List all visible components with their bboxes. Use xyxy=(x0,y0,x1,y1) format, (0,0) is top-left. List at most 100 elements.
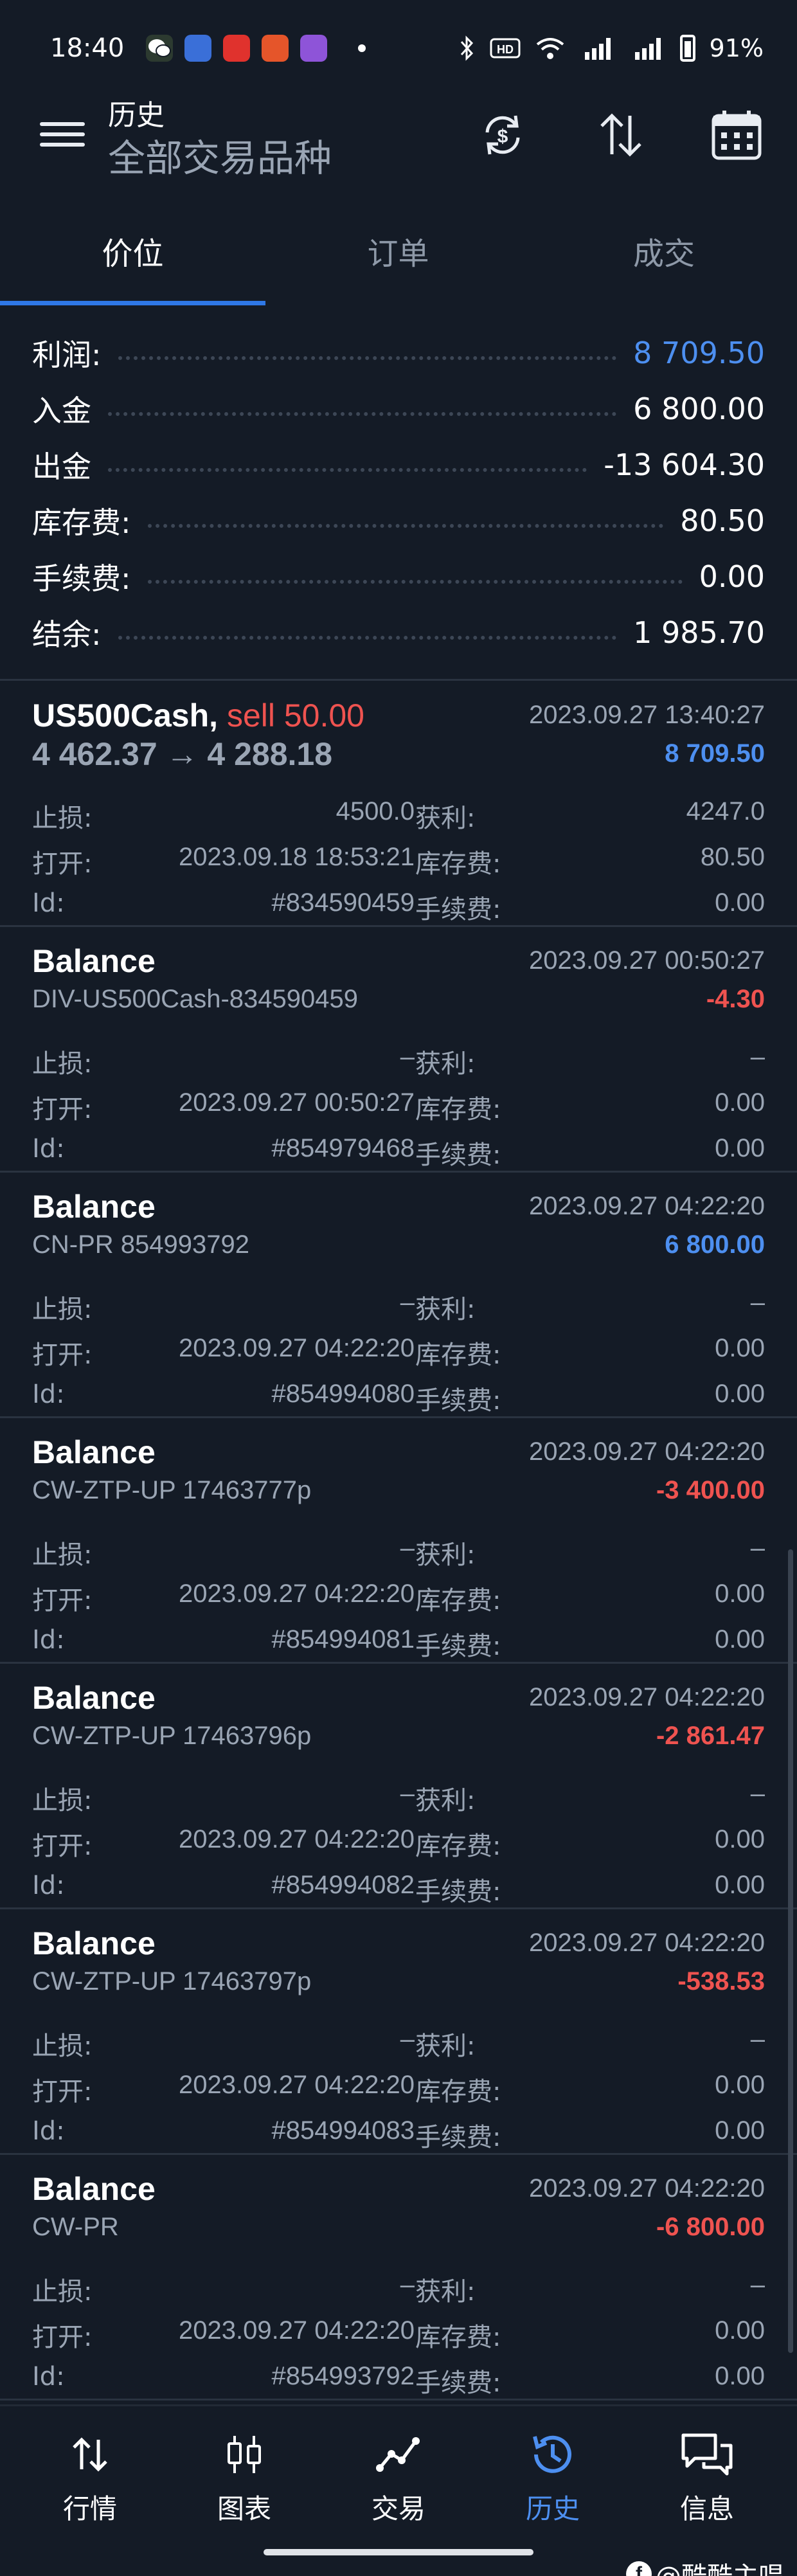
history-record[interactable]: Balance CW-PR 2023.09.27 04:22:20 -6 800.00… xyxy=(0,2155,797,2400)
app-orange-icon xyxy=(262,35,289,62)
swap-value: 0.00 xyxy=(715,2071,765,2099)
commission-label: 手续费: xyxy=(415,2123,501,2152)
sort-arrows-icon[interactable] xyxy=(589,103,653,167)
commission-value: 0.00 xyxy=(715,2362,765,2390)
open-label: 打开: xyxy=(32,1586,93,1616)
record-title: US500Cash, sell 50.00 xyxy=(32,697,364,734)
tab-orders[interactable]: 订单 xyxy=(265,219,531,305)
take-profit-label: 获利: xyxy=(415,1295,476,1324)
dotted-leader xyxy=(108,467,587,472)
take-profit-value: – xyxy=(750,2271,765,2299)
commission-value: 0.00 xyxy=(715,1380,765,1408)
dotted-leader xyxy=(108,411,617,416)
record-date: 2023.09.27 04:22:20 xyxy=(528,1192,765,1220)
nav-messages[interactable]: 信息 xyxy=(649,2426,765,2526)
record-amount: -3 400.00 xyxy=(656,1476,765,1504)
calendar-icon[interactable] xyxy=(704,103,769,167)
commission-value: 0.00 xyxy=(715,1871,765,1899)
title-block[interactable]: 历史 全部交易品种 xyxy=(108,96,332,181)
history-record[interactable]: US500Cash, sell 50.00 4 462.37 → 4 288.18… xyxy=(0,681,797,927)
nav-quotes[interactable]: 行情 xyxy=(32,2426,148,2526)
watermark-text: @酷酷主唱 xyxy=(656,2555,784,2576)
swap-value: 0.00 xyxy=(715,1334,765,1362)
battery-level: 91% xyxy=(709,34,764,62)
id-label: Id: xyxy=(32,1625,65,1655)
clock: 18:40 xyxy=(50,33,125,63)
detail-row: 止损: – 获利: – xyxy=(32,1281,765,1326)
id-value: #854994083 xyxy=(271,2116,415,2145)
record-date: 2023.09.27 04:22:20 xyxy=(528,2174,765,2202)
record-date: 2023.09.27 00:50:27 xyxy=(528,946,765,975)
summary-value: 1 985.70 xyxy=(633,615,765,650)
swap-label: 库存费: xyxy=(415,1586,501,1616)
history-screen: 18:40 HD 91% 历史 全部交易品种 $ 价位 订单 成交 利润: 8 … xyxy=(0,0,797,2576)
open-label: 打开: xyxy=(32,849,93,879)
stop-loss-label: 止损: xyxy=(32,1786,93,1815)
record-comment: CN-PR 854993792 xyxy=(32,1230,249,1259)
commission-label: 手续费: xyxy=(415,1632,501,1661)
signal-5g-1-icon xyxy=(580,35,616,61)
commission-value: 0.00 xyxy=(715,1625,765,1653)
tab-positions[interactable]: 价位 xyxy=(0,219,265,305)
swap-value: 0.00 xyxy=(715,1580,765,1608)
id-value: #854993792 xyxy=(271,2362,415,2390)
summary-commission: 手续费: 0.00 xyxy=(0,548,797,604)
nav-label: 交易 xyxy=(371,2493,425,2525)
record-symbol: Balance xyxy=(32,2171,156,2207)
nav-label: 图表 xyxy=(217,2493,271,2525)
detail-row: 打开: 2023.09.27 04:22:20 库存费: 0.00 xyxy=(32,1817,765,1863)
detail-row: Id: #854994082 手续费: 0.00 xyxy=(32,1863,765,1909)
record-details: 止损: 4500.0 获利: 4247.0 打开: 2023.09.18 18:53:21… xyxy=(32,789,765,926)
take-profit-value: – xyxy=(750,1779,765,1808)
stop-loss-value: – xyxy=(400,2271,415,2299)
wechat-icon xyxy=(146,35,174,62)
stop-loss-label: 止损: xyxy=(32,2277,93,2307)
record-side: sell 50.00 xyxy=(226,698,364,734)
sync-dollar-icon[interactable]: $ xyxy=(470,103,535,167)
status-bar: 18:40 HD 91% xyxy=(0,0,797,96)
tab-bar: 价位 订单 成交 xyxy=(0,219,797,305)
app-red-icon xyxy=(223,35,251,62)
commission-value: 0.00 xyxy=(715,1134,765,1162)
detail-row: 止损: – 获利: – xyxy=(32,1035,765,1081)
history-record[interactable]: Balance DIV-US500Cash-834590459 2023.09.27… xyxy=(0,927,797,1173)
id-label: Id: xyxy=(32,1871,65,1900)
page-title: 历史 xyxy=(108,99,165,132)
history-record[interactable]: Balance CW-ZTP-UP 17463796p 2023.09.27 04:… xyxy=(0,1664,797,1909)
detail-row: 止损: – 获利: – xyxy=(32,1526,765,1572)
history-record[interactable]: Balance CN-PR 854993792 2023.09.27 04:22:2… xyxy=(0,1173,797,1418)
history-record[interactable]: Balance CW-ZTP-UP 17463797p 2023.09.27 04:… xyxy=(0,1909,797,2155)
open-time-value: 2023.09.27 04:22:20 xyxy=(178,2071,415,2099)
record-title: Balance xyxy=(32,2170,156,2208)
commission-label: 手续费: xyxy=(415,1140,501,1170)
summary-label: 库存费: xyxy=(32,505,131,540)
record-details: 止损: – 获利: – 打开: 2023.09.27 04:22:20 库存费: 0.00 Id… xyxy=(32,1772,765,1909)
record-comment: CW-PR xyxy=(32,2213,119,2241)
record-details: 止损: – 获利: – 打开: 2023.09.27 04:22:20 库存费: 0.00 Id… xyxy=(32,1526,765,1663)
dotted-leader xyxy=(118,635,617,640)
detail-row: Id: #854994080 手续费: 0.00 xyxy=(32,1372,765,1418)
scrollbar[interactable] xyxy=(788,1549,793,2353)
candlestick-chart-icon xyxy=(186,2426,302,2483)
detail-row: 止损: – 获利: – xyxy=(32,2263,765,2309)
take-profit-label: 获利: xyxy=(415,2277,476,2307)
history-record[interactable]: Balance CW-ZTP-UP 17463777p 2023.09.27 04:… xyxy=(0,1418,797,1664)
record-date: 2023.09.27 04:22:20 xyxy=(528,1437,765,1466)
bluetooth-icon xyxy=(459,35,476,61)
id-value: #854979468 xyxy=(271,1134,415,1162)
nav-charts[interactable]: 图表 xyxy=(186,2426,302,2526)
nav-history[interactable]: 历史 xyxy=(495,2426,611,2526)
summary-panel: 利润: 8 709.50 入金 6 800.00 出金 -13 604.30 库… xyxy=(0,325,797,660)
commission-value: 0.00 xyxy=(715,2116,765,2145)
menu-icon[interactable] xyxy=(40,116,85,154)
home-indicator[interactable] xyxy=(264,2549,533,2555)
open-label: 打开: xyxy=(32,2077,93,2107)
detail-row: 打开: 2023.09.27 04:22:20 库存费: 0.00 xyxy=(32,1326,765,1372)
detail-row: 止损: – 获利: – xyxy=(32,2017,765,2063)
summary-label: 手续费: xyxy=(32,561,131,596)
record-amount: 8 709.50 xyxy=(665,739,765,768)
record-comment: CW-ZTP-UP 17463797p xyxy=(32,1967,312,1995)
nav-trade[interactable]: 交易 xyxy=(341,2426,456,2526)
tab-deals[interactable]: 成交 xyxy=(531,219,797,305)
id-label: Id: xyxy=(32,888,65,918)
